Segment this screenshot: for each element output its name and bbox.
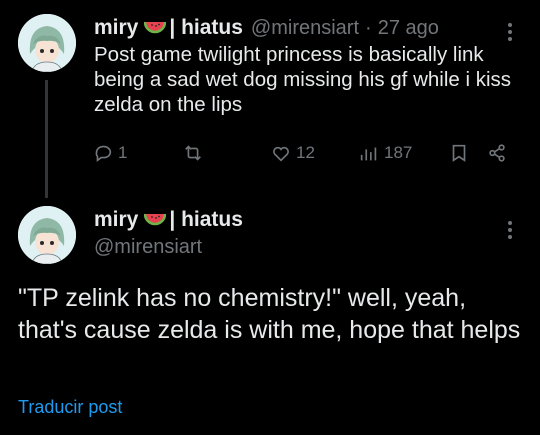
tweet2-header: miry | hiatus	[94, 208, 243, 232]
views-icon	[360, 147, 377, 161]
more-options-icon[interactable]	[500, 218, 520, 242]
reply-icon	[95, 145, 112, 162]
avatar[interactable]	[18, 206, 76, 264]
author-name[interactable]: miry	[94, 208, 138, 232]
views-button[interactable]: 187	[358, 142, 412, 164]
author-handle[interactable]: @mirensiart	[94, 236, 202, 259]
tweet1-text: Post game twilight princess is basically…	[94, 43, 512, 116]
more-options-icon[interactable]	[500, 20, 520, 44]
reply-button[interactable]: 1	[92, 142, 127, 164]
bookmark-button[interactable]	[448, 142, 470, 164]
tweet-actions: 1 12 187	[90, 142, 520, 174]
retweet-button[interactable]	[182, 142, 208, 164]
views-count: 187	[384, 143, 413, 162]
share-icon	[489, 144, 505, 162]
name-suffix: | hiatus	[169, 16, 243, 39]
like-icon	[273, 146, 289, 162]
like-button[interactable]: 12	[270, 142, 315, 164]
translate-link[interactable]: Traducir post	[18, 397, 122, 418]
author-name[interactable]: miry	[94, 16, 138, 40]
reply-count: 1	[118, 143, 128, 162]
avatar[interactable]	[18, 14, 76, 72]
separator: ·	[365, 16, 372, 39]
name-suffix: | hiatus	[169, 208, 243, 231]
like-count: 12	[296, 143, 315, 162]
tweet1-header: miry | hiatus @mirensiart · 27 ago	[94, 16, 439, 40]
thread-line	[45, 80, 48, 198]
watermelon-icon	[144, 20, 167, 36]
retweet-icon	[185, 145, 201, 161]
timestamp[interactable]: 27 ago	[378, 17, 439, 40]
share-button[interactable]	[486, 142, 508, 164]
watermelon-icon	[144, 212, 167, 228]
tweet2-text: "TP zelink has no chemistry!" well, yeah…	[18, 284, 521, 344]
bookmark-icon	[452, 144, 466, 162]
author-handle[interactable]: @mirensiart	[251, 17, 359, 40]
